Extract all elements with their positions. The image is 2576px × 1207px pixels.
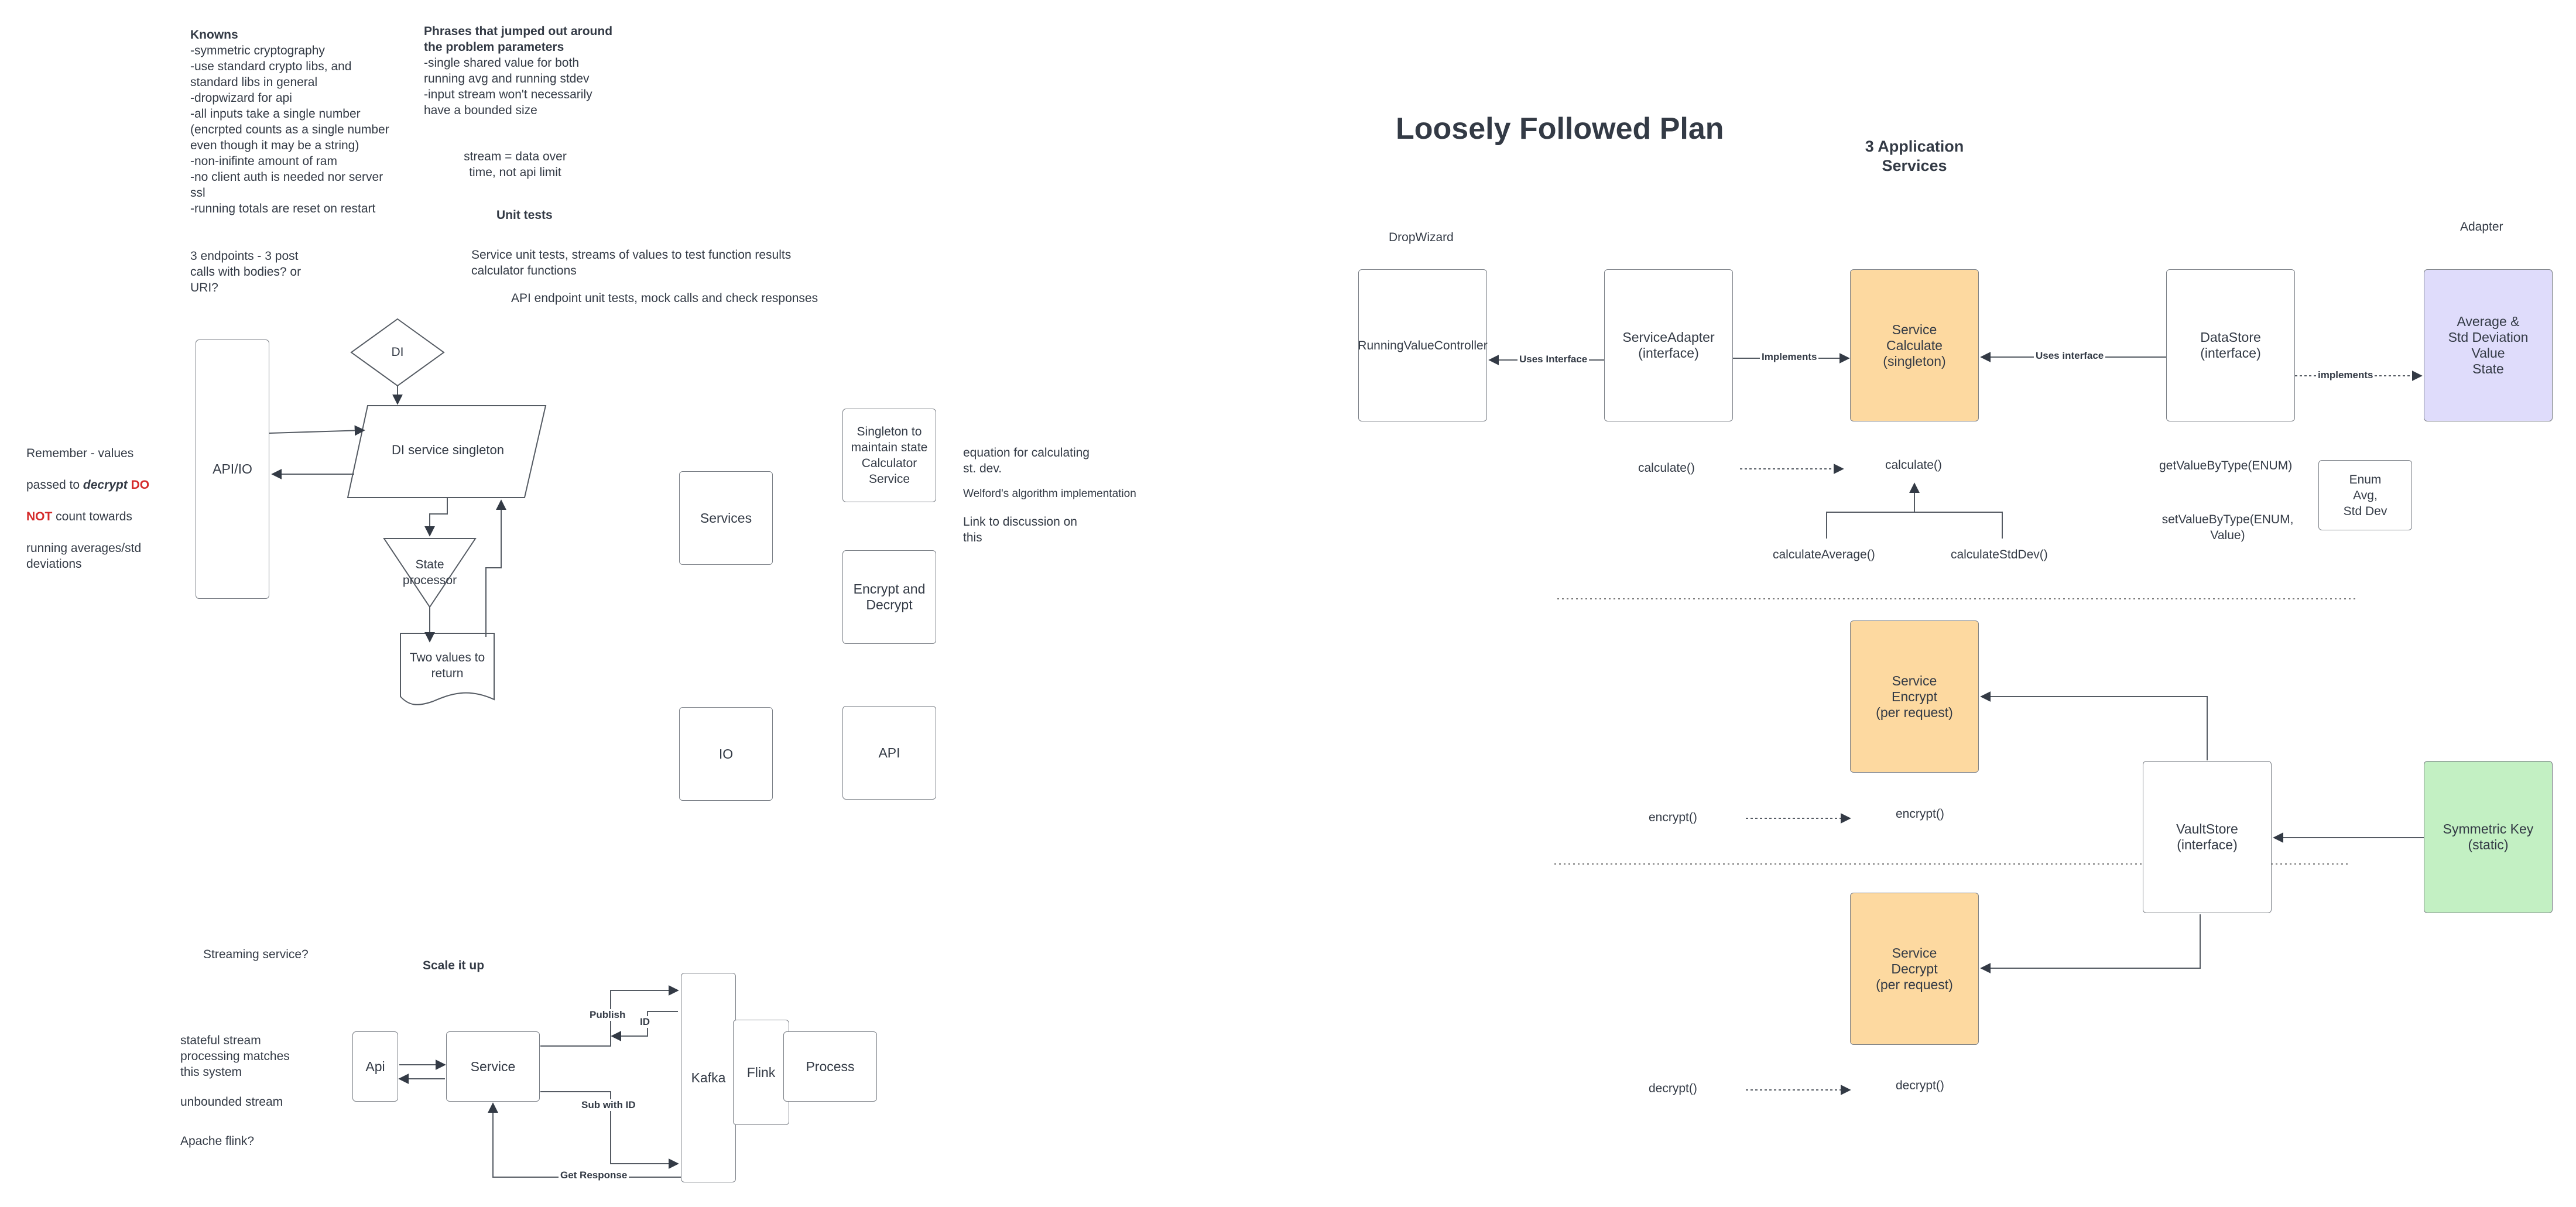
- set-value-method: setValueByType(ENUM, Value): [2161, 513, 2294, 542]
- dropwizard-label: DropWizard: [1389, 231, 1454, 244]
- plan-subtitle: 3 Application Services: [1865, 138, 1964, 174]
- di-label: DI: [391, 345, 404, 359]
- di-service-label: DI service singleton: [392, 443, 504, 457]
- plan-title: Loosely Followed Plan: [1396, 112, 1724, 146]
- encrypt-decrypt-box: Encrypt and Decrypt: [842, 550, 936, 644]
- calculate-method: calculate(): [1885, 458, 1942, 472]
- knowns-title: Knowns: [190, 28, 238, 42]
- calculate-call: calculate(): [1638, 461, 1695, 475]
- stateful-note: stateful stream processing matches this …: [180, 1034, 290, 1079]
- remember-note: Remember - values passed to decrypt DO N…: [26, 447, 150, 571]
- api-box: API: [842, 706, 936, 800]
- service-adapter-box: ServiceAdapter (interface): [1604, 269, 1733, 421]
- id-label: ID: [638, 1016, 652, 1028]
- get-value-method: getValueByType(ENUM): [2159, 459, 2293, 472]
- decrypt-call: decrypt(): [1649, 1082, 1697, 1095]
- implements-label: Implements: [1760, 351, 1819, 363]
- phrases-title: Phrases that jumped out around the probl…: [424, 25, 613, 54]
- service-decrypt-box: Service Decrypt (per request): [1850, 893, 1979, 1045]
- service-calculate-box: Service Calculate (singleton): [1850, 269, 1979, 421]
- services-box: Services: [679, 471, 773, 565]
- state-processor-label: State processor: [402, 558, 457, 587]
- apache-note: Apache flink?: [180, 1134, 255, 1148]
- link-note: Link to discussion on this: [963, 515, 1077, 544]
- decrypt-method: decrypt(): [1896, 1079, 1944, 1092]
- kafka-box: Kafka: [681, 973, 736, 1182]
- stream-service-box: Service: [446, 1031, 540, 1102]
- running-value-controller-box: RunningValueController: [1358, 269, 1488, 421]
- encrypt-call: encrypt(): [1649, 811, 1697, 824]
- stream-note: stream = data over time, not api limit: [464, 150, 567, 179]
- symmetric-key-box: Symmetric Key (static): [2424, 761, 2553, 913]
- uses-interface-2-label: Uses interface: [2034, 350, 2106, 362]
- service-encrypt-box: Service Encrypt (per request): [1850, 620, 1979, 773]
- streaming-question: Streaming service?: [203, 948, 309, 961]
- unit-tests-title: Unit tests: [496, 208, 553, 222]
- unit-test-api: API endpoint unit tests, mock calls and …: [511, 292, 818, 305]
- io-box: IO: [679, 707, 773, 801]
- get-response-label: Get Response: [559, 1170, 629, 1181]
- unbounded-note: unbounded stream: [180, 1095, 283, 1109]
- process-box: Process: [783, 1031, 877, 1102]
- calculate-average-method: calculateAverage(): [1773, 548, 1875, 561]
- unit-test-service: Service unit tests, streams of values to…: [471, 248, 792, 277]
- publish-label: Publish: [588, 1009, 628, 1021]
- flink-box: Flink: [733, 1020, 789, 1125]
- enum-box: Enum Avg, Std Dev: [2318, 460, 2412, 530]
- welford-note: Welford's algorithm implementation: [963, 488, 1136, 500]
- adapter-label: Adapter: [2460, 220, 2503, 234]
- two-values-label: Two values to return: [409, 651, 485, 680]
- calculate-stddev-method: calculateStdDev(): [1951, 548, 2048, 561]
- uses-interface-label: Uses Interface: [1517, 354, 1590, 365]
- data-store-box: DataStore (interface): [2166, 269, 2295, 421]
- phrases-body: -single shared value for both running av…: [424, 56, 592, 117]
- stream-api-box: Api: [352, 1031, 398, 1102]
- vault-store-box: VaultStore (interface): [2143, 761, 2272, 913]
- endpoints-note: 3 endpoints - 3 post calls with bodies? …: [190, 249, 302, 294]
- singleton-box: Singleton to maintain state Calculator S…: [842, 409, 936, 502]
- equation-note: equation for calculating st. dev.: [963, 446, 1090, 475]
- encrypt-method: encrypt(): [1896, 807, 1944, 821]
- knowns-body: -symmetric cryptography -use standard cr…: [190, 44, 389, 215]
- implements-2-label: implements: [2316, 369, 2375, 381]
- scale-title: Scale it up: [423, 959, 485, 972]
- avg-std-state-box: Average & Std Deviation Value State: [2424, 269, 2553, 421]
- api-io-box: API/IO: [196, 340, 269, 599]
- sub-with-id-label: Sub with ID: [580, 1099, 638, 1111]
